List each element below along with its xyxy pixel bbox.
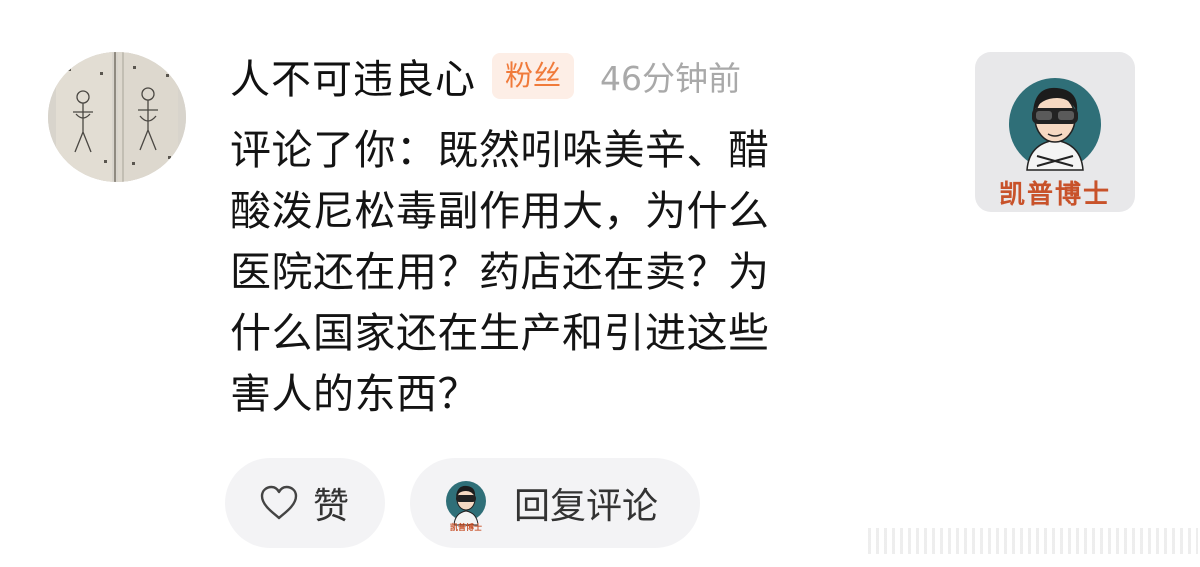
comment-time: 46分钟前 — [600, 59, 742, 98]
commenter-avatar[interactable] — [48, 52, 186, 182]
username[interactable]: 人不可违良心 — [230, 47, 476, 105]
post-thumbnail[interactable]: 凯普博士 — [975, 52, 1135, 212]
comment-text[interactable]: 评论了你：既然吲哚美辛、醋 酸泼尼松毒副作用大，为什么 医院还在用？药店还在卖？… — [230, 120, 920, 425]
reply-label: 回复评论 — [514, 486, 659, 527]
comment-header: 人不可违良心 粉丝 46分钟前 — [230, 48, 741, 104]
fan-badge: 粉丝 — [492, 53, 575, 99]
home-indicator — [868, 528, 1198, 554]
like-label: 赞 — [313, 486, 350, 527]
thumbnail-logo-text: 凯普博士 — [998, 180, 1111, 210]
reply-comment-button[interactable]: 凯普博士 回复评论 — [410, 458, 700, 548]
avatar-icon: 凯普博士 — [438, 475, 494, 531]
svg-text:凯普博士: 凯普博士 — [450, 522, 482, 531]
like-button[interactable]: 赞 — [225, 458, 385, 548]
heart-outline-icon — [259, 485, 299, 521]
